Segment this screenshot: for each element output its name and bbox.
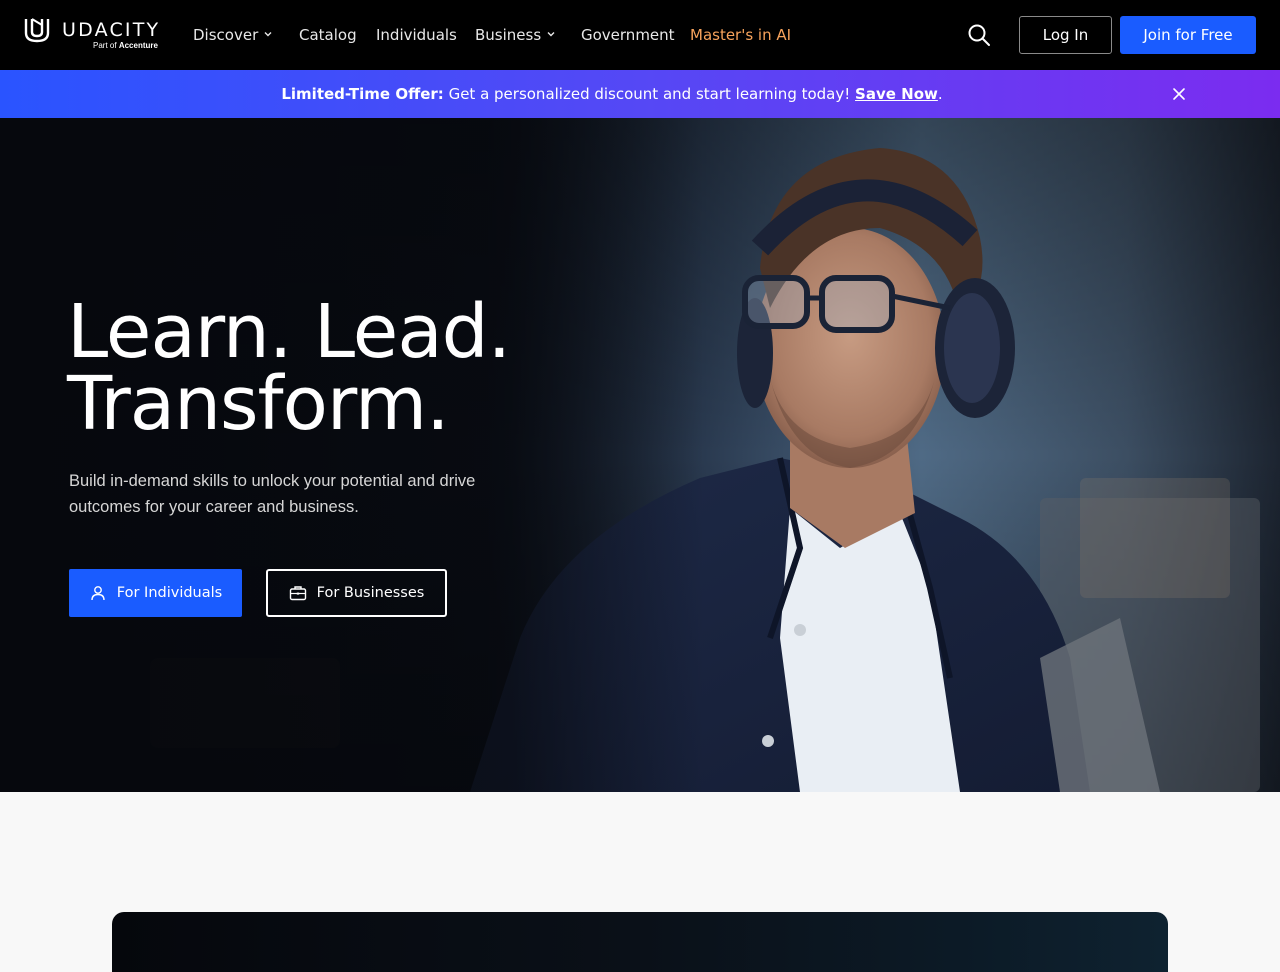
hero-title: Learn. Lead. Transform. <box>67 289 511 447</box>
nav-item-label: Catalog <box>299 26 357 44</box>
nav-item-discover[interactable]: Discover <box>193 23 273 47</box>
hero-photo-man-with-headphones <box>0 118 1280 792</box>
udacity-logo-icon <box>24 18 50 43</box>
nav-item-masters-in-ai[interactable]: Master's in AI <box>690 23 791 47</box>
promo-suffix: . <box>937 85 943 103</box>
promo-label: Limited-Time Offer: <box>281 85 444 103</box>
udacity-logo[interactable]: UDACITY Part of Accenture <box>24 17 164 55</box>
for-individuals-button[interactable]: For Individuals <box>69 569 242 617</box>
for-businesses-label: For Businesses <box>316 585 425 601</box>
brand-tagline: Part of Accenture <box>93 41 158 50</box>
nav-item-label: Government <box>581 26 675 44</box>
user-icon <box>91 586 105 601</box>
nav-item-label: Business <box>475 26 542 44</box>
nav-item-individuals[interactable]: Individuals <box>376 23 457 47</box>
join-for-free-button[interactable]: Join for Free <box>1120 16 1256 54</box>
save-now-link[interactable]: Save Now <box>855 85 938 103</box>
for-businesses-button[interactable]: For Businesses <box>266 569 447 617</box>
search-icon[interactable] <box>967 23 991 47</box>
nav-item-label: Discover <box>193 26 259 44</box>
briefcase-icon <box>289 586 306 601</box>
nav-item-catalog[interactable]: Catalog <box>299 23 357 47</box>
chevron-down-icon <box>264 32 272 37</box>
close-icon[interactable] <box>1171 86 1187 102</box>
hero-section: Learn. Lead. Transform. Build in-demand … <box>0 118 1280 792</box>
promo-banner: Limited-Time Offer: Get a personalized d… <box>0 70 1280 118</box>
top-navbar: UDACITY Part of Accenture Discover Catal… <box>0 0 1280 70</box>
brand-name: UDACITY <box>62 19 161 41</box>
login-button[interactable]: Log In <box>1019 16 1112 54</box>
nav-item-label: Master's in AI <box>690 26 792 44</box>
chevron-down-icon <box>547 32 555 37</box>
nav-item-government[interactable]: Government <box>581 23 675 47</box>
hero-subtitle: Build in-demand skills to unlock your po… <box>69 472 476 516</box>
feature-card <box>112 912 1168 972</box>
nav-item-label: Individuals <box>376 26 457 44</box>
for-individuals-label: For Individuals <box>116 585 223 601</box>
promo-message: Limited-Time Offer: Get a personalized d… <box>0 70 1224 118</box>
promo-body: Get a personalized discount and start le… <box>443 85 856 103</box>
lower-section <box>0 792 1280 972</box>
nav-item-business[interactable]: Business <box>475 23 556 47</box>
